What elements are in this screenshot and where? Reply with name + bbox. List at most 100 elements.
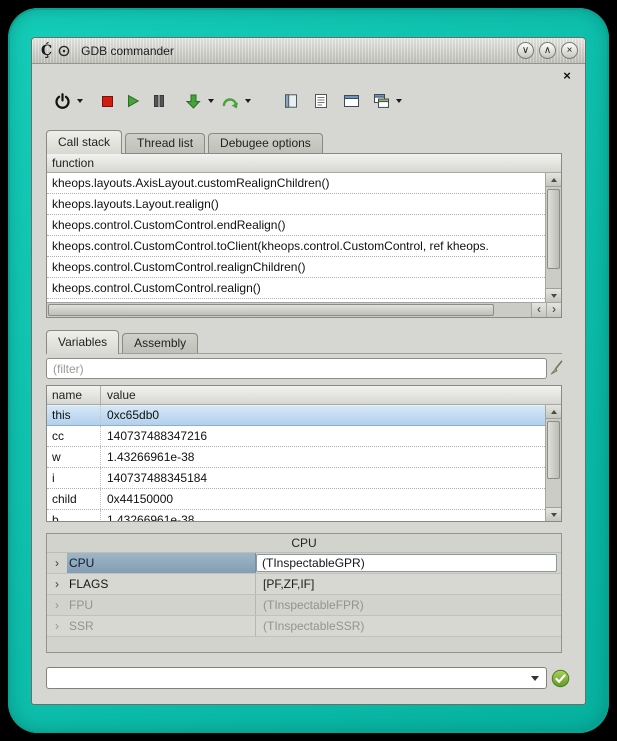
step-over-button[interactable] — [218, 88, 242, 114]
filter-input[interactable] — [46, 358, 547, 379]
pause-button[interactable] — [147, 88, 171, 114]
call-stack-header: function — [47, 154, 561, 173]
tab-debugee-options[interactable]: Debugee options — [208, 133, 323, 153]
confirm-button[interactable] — [551, 669, 570, 688]
variable-row[interactable]: cc 140737488347216 — [47, 426, 545, 447]
step-over-dropdown-button[interactable] — [242, 88, 253, 114]
debug-toolbar — [50, 86, 404, 116]
tab-variables[interactable]: Variables — [46, 330, 119, 354]
stop-icon — [102, 96, 113, 107]
gdb-commander-window: Ḉ GDB commander ∨ ∧ × × — [31, 37, 586, 705]
app-icon[interactable]: Ḉ — [41, 44, 52, 58]
expand-arrow-icon[interactable]: › — [47, 553, 67, 573]
callstack-vertical-scrollbar[interactable] — [545, 173, 561, 302]
variable-value: 1.43266961e-38 — [101, 447, 545, 467]
call-stack-list: kheops.layouts.AxisLayout.customRealignC… — [47, 173, 545, 302]
run-button[interactable] — [121, 88, 145, 114]
dropdown-arrow-icon — [245, 99, 251, 103]
expand-arrow-icon[interactable]: › — [47, 616, 67, 636]
windows-button[interactable] — [369, 88, 393, 114]
scroll-thumb[interactable] — [48, 304, 494, 316]
step-into-dropdown-button[interactable] — [205, 88, 216, 114]
log-button[interactable] — [309, 88, 333, 114]
column-header-name[interactable]: name — [47, 386, 101, 404]
callstack-horizontal-scrollbar[interactable]: ‹ › — [47, 302, 561, 317]
arrow-up-icon — [551, 178, 557, 182]
column-header-function[interactable]: function — [47, 154, 561, 172]
expand-arrow-icon[interactable]: › — [47, 595, 67, 615]
scroll-thumb[interactable] — [547, 189, 560, 269]
windows-icon — [373, 93, 390, 109]
log-icon — [313, 93, 329, 109]
variables-list: this 0xc65db0 cc 140737488347216 w 1.432… — [47, 405, 545, 521]
close-button[interactable]: × — [561, 42, 578, 59]
cpu-panel: CPU › CPU (TInspectableGPR) › FLAGS [PF,… — [46, 533, 562, 653]
step-into-button[interactable] — [181, 88, 205, 114]
cpu-value-editbox[interactable]: (TInspectableGPR) — [256, 554, 557, 572]
variables-vertical-scrollbar[interactable] — [545, 405, 561, 521]
variable-row[interactable]: this 0xc65db0 — [47, 405, 545, 426]
cpu-row-value: (TInspectableSSR) — [256, 616, 561, 636]
cpu-row[interactable]: › CPU (TInspectableGPR) — [47, 553, 561, 574]
variable-row[interactable]: i 140737488345184 — [47, 468, 545, 489]
panel-close-button[interactable]: × — [560, 69, 574, 83]
inspector-tabs: Variables Assembly — [46, 330, 201, 353]
variable-value: 0x44150000 — [101, 489, 545, 509]
scroll-up-button[interactable] — [546, 173, 561, 187]
scroll-right-button[interactable]: › — [546, 303, 561, 317]
variable-value: 140737488345184 — [101, 468, 545, 488]
call-stack-row[interactable]: kheops.control.CustomControl.toClient(kh… — [47, 236, 545, 257]
variable-value: 0xc65db0 — [101, 405, 545, 425]
variable-value: 140737488347216 — [101, 426, 545, 446]
cpu-row[interactable]: › FPU (TInspectableFPR) — [47, 595, 561, 616]
variable-name: b — [47, 510, 101, 521]
clear-filter-icon[interactable] — [549, 359, 564, 377]
maximize-button[interactable]: ∧ — [539, 42, 556, 59]
variable-row[interactable]: child 0x44150000 — [47, 489, 545, 510]
expand-arrow-icon[interactable]: › — [47, 574, 67, 594]
console-button[interactable] — [279, 88, 303, 114]
column-header-value[interactable]: value — [101, 386, 561, 404]
tab-call-stack[interactable]: Call stack — [46, 130, 122, 154]
scroll-down-button[interactable] — [546, 507, 561, 521]
call-stack-row[interactable]: kheops.control.CustomControl.endRealign(… — [47, 215, 545, 236]
console-icon — [283, 93, 299, 109]
tab-separator-line — [46, 353, 562, 354]
power-button[interactable] — [50, 88, 74, 114]
variable-row[interactable]: w 1.43266961e-38 — [47, 447, 545, 468]
tab-assembly[interactable]: Assembly — [122, 333, 198, 353]
variable-name: i — [47, 468, 101, 488]
scroll-up-button[interactable] — [546, 405, 561, 419]
dropdown-arrow-icon — [531, 676, 539, 681]
call-stack-row[interactable]: kheops.control.CustomControl.realign() — [47, 278, 545, 299]
minimize-button[interactable]: ∨ — [517, 42, 534, 59]
combo-dropdown-button[interactable] — [526, 670, 543, 686]
call-stack-row[interactable]: kheops.control.CustomControl.realignChil… — [47, 257, 545, 278]
scroll-left-button[interactable]: ‹ — [531, 303, 546, 317]
monitor-button[interactable] — [339, 88, 363, 114]
menu-icon[interactable] — [58, 45, 70, 57]
cpu-row-value: (TInspectableFPR) — [256, 595, 561, 615]
step-over-icon — [221, 93, 239, 110]
cpu-row-name[interactable]: FLAGS — [67, 574, 256, 594]
variable-row[interactable]: b 1.43266961e-38 — [47, 510, 545, 521]
cpu-row[interactable]: › SSR (TInspectableSSR) — [47, 616, 561, 637]
cpu-row-name[interactable]: FPU — [67, 595, 256, 615]
tab-thread-list[interactable]: Thread list — [125, 133, 205, 153]
cpu-row[interactable]: › FLAGS [PF,ZF,IF] — [47, 574, 561, 595]
command-input[interactable] — [52, 669, 522, 687]
cpu-row-name[interactable]: SSR — [67, 616, 256, 636]
power-dropdown-button[interactable] — [74, 88, 85, 114]
call-stack-row[interactable]: kheops.layouts.AxisLayout.customRealignC… — [47, 173, 545, 194]
variables-panel: name value this 0xc65db0 cc 140737488347… — [46, 385, 562, 522]
scroll-down-button[interactable] — [546, 288, 561, 302]
call-stack-row[interactable]: kheops.layouts.Layout.realign() — [47, 194, 545, 215]
call-stack-panel: function kheops.layouts.AxisLayout.custo… — [46, 153, 562, 318]
scroll-thumb[interactable] — [547, 421, 560, 479]
windows-dropdown-button[interactable] — [393, 88, 404, 114]
titlebar[interactable]: Ḉ GDB commander ∨ ∧ × — [32, 38, 585, 64]
power-icon — [54, 93, 71, 110]
stop-button[interactable] — [95, 88, 119, 114]
cpu-row-name[interactable]: CPU — [67, 553, 256, 573]
command-combobox[interactable] — [46, 667, 547, 689]
